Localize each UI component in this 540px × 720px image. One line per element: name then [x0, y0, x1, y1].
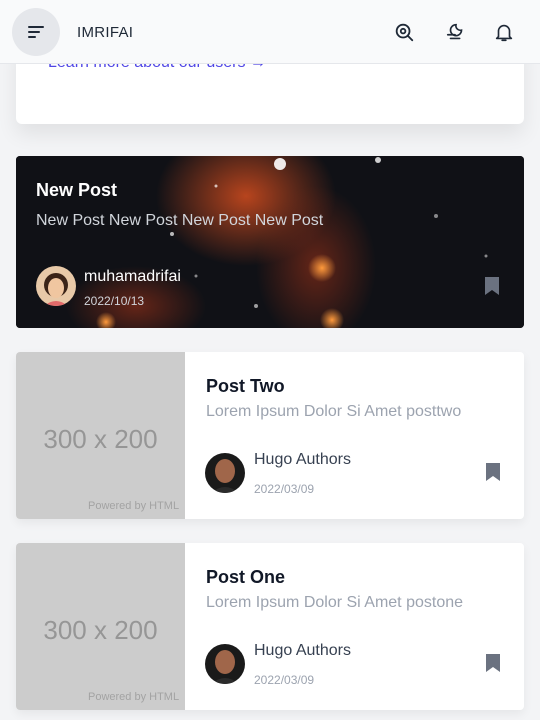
post-title[interactable]: Post One [206, 567, 285, 588]
thumbnail-powered-text: Powered by HTML [88, 500, 180, 512]
featured-post-title[interactable]: New Post [36, 180, 117, 201]
post-thumbnail: 300 x 200 Powered by HTML [16, 352, 185, 519]
post-subtitle: Lorem Ipsum Dolor Si Amet postone [206, 594, 464, 611]
post-date: 2022/03/09 [254, 482, 315, 496]
featured-post-card[interactable]: New Post New Post New Post New Post New … [16, 156, 524, 328]
notifications-button[interactable] [492, 20, 516, 44]
menu-button[interactable] [12, 8, 60, 56]
featured-post-date: 2022/10/13 [84, 294, 145, 308]
post-card[interactable]: 300 x 200 Powered by HTML Post Two Lorem… [16, 352, 524, 519]
post-title[interactable]: Post Two [206, 376, 285, 397]
post-card[interactable]: 300 x 200 Powered by HTML Post One Lorem… [16, 543, 524, 710]
post-author[interactable]: Hugo Authors [254, 451, 351, 469]
thumbnail-placeholder-text: 300 x 200 [43, 424, 158, 454]
search-icon [395, 23, 414, 42]
bell-icon [495, 24, 513, 42]
featured-post-subtitle: New Post New Post New Post New Post [36, 212, 324, 229]
thumbnail-placeholder-text: 300 x 200 [43, 615, 158, 645]
search-button[interactable] [392, 20, 416, 44]
theme-toggle-button[interactable] [444, 20, 468, 44]
site-brand[interactable]: IMRIFAI [77, 24, 133, 41]
author-avatar [205, 453, 245, 493]
bookmark-icon [486, 463, 500, 481]
author-avatar [205, 644, 245, 684]
post-subtitle: Lorem Ipsum Dolor Si Amet posttwo [206, 403, 462, 420]
post-author[interactable]: Hugo Authors [254, 642, 351, 660]
featured-post-author[interactable]: muhamadrifai [84, 268, 181, 286]
post-date: 2022/03/09 [254, 673, 315, 687]
bookmark-icon [486, 654, 500, 672]
top-navbar: IMRIFAI [0, 0, 540, 64]
menu-icon [28, 26, 44, 38]
author-avatar [36, 266, 76, 306]
bookmark-icon [485, 277, 499, 295]
bookmark-button[interactable] [485, 462, 505, 484]
bookmark-button[interactable] [485, 653, 505, 675]
bookmark-button[interactable] [484, 276, 504, 298]
thumbnail-powered-text: Powered by HTML [88, 691, 180, 703]
moon-icon [446, 23, 463, 40]
post-thumbnail: 300 x 200 Powered by HTML [16, 543, 185, 710]
